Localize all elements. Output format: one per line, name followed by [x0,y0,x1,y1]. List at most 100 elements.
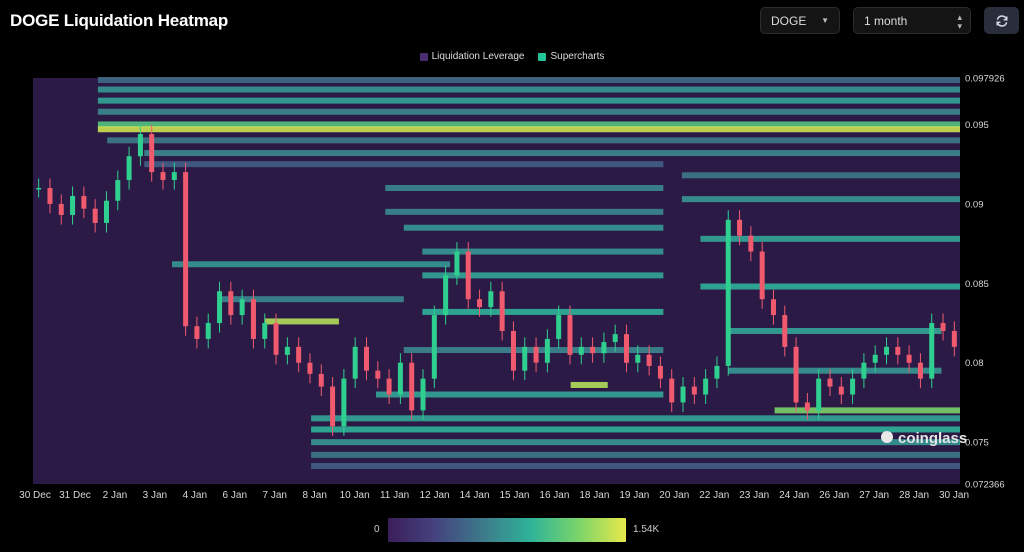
price-candle[interactable] [725,219,731,366]
price-candle[interactable] [284,346,290,355]
x-tick-label: 30 Jan [939,490,969,501]
price-candle[interactable] [58,203,64,216]
price-candle[interactable] [646,354,652,366]
price-candle[interactable] [567,315,573,355]
price-candle[interactable] [318,373,324,387]
x-tick-label: 26 Jan [819,490,849,501]
price-candle[interactable] [477,299,483,308]
price-candle[interactable] [782,315,788,347]
price-candle[interactable] [81,195,87,209]
liquidation-band [681,172,960,179]
price-candle[interactable] [330,386,336,427]
x-tick-label: 22 Jan [699,490,729,501]
price-candle[interactable] [759,251,765,300]
price-candle[interactable] [544,338,550,363]
liquidation-band [311,451,961,458]
price-candle[interactable] [205,323,211,339]
liquidation-band [681,196,960,203]
price-candle[interactable] [488,291,494,308]
price-candle[interactable] [103,200,109,223]
price-candle[interactable] [443,275,449,316]
price-candle[interactable] [635,354,641,363]
price-candle[interactable] [770,299,776,316]
price-candle[interactable] [533,346,539,363]
price-candle[interactable] [375,370,381,379]
price-candle[interactable] [296,346,302,363]
price-candle[interactable] [386,378,392,395]
price-candle[interactable] [624,334,630,363]
liquidation-band [385,208,664,215]
price-candle[interactable] [341,378,347,427]
price-candle[interactable] [804,402,810,411]
price-candle[interactable] [556,315,562,339]
heatmap-chart[interactable]: 0.0979260.0950.090.0850.080.0750.0723663… [0,0,1024,552]
price-candle[interactable] [691,386,697,395]
price-candle[interactable] [838,386,844,395]
price-candle[interactable] [420,378,426,411]
price-candle[interactable] [816,378,822,411]
price-candle[interactable] [307,362,313,374]
price-candle[interactable] [431,315,437,379]
price-candle[interactable] [36,188,42,190]
x-tick-label: 14 Jan [460,490,490,501]
price-candle[interactable] [499,291,505,331]
price-candle[interactable] [703,378,709,395]
price-candle[interactable] [872,354,878,363]
price-candle[interactable] [850,378,856,395]
price-candle[interactable] [861,362,867,379]
price-candle[interactable] [217,291,223,324]
price-candle[interactable] [737,219,743,236]
price-candle[interactable] [884,346,890,355]
price-candle[interactable] [239,299,245,316]
price-candle[interactable] [669,378,675,403]
liquidation-band [97,126,960,133]
price-candle[interactable] [47,188,53,204]
price-candle[interactable] [92,208,98,223]
liquidation-band [375,391,664,398]
price-candle[interactable] [578,346,584,355]
price-candle[interactable] [149,134,155,173]
price-candle[interactable] [70,195,76,216]
price-candle[interactable] [951,330,957,347]
colorbar-max-label: 1.54K [633,524,660,535]
price-candle[interactable] [510,330,516,371]
price-candle[interactable] [397,362,403,395]
x-tick-label: 10 Jan [340,490,370,501]
price-candle[interactable] [895,346,901,355]
price-candle[interactable] [194,326,200,339]
price-candle[interactable] [748,235,754,252]
price-candle[interactable] [917,362,923,379]
price-candle[interactable] [601,342,607,354]
price-candle[interactable] [409,362,415,411]
price-candle[interactable] [827,378,833,387]
liquidation-band [700,283,960,290]
liquidation-band [570,381,608,388]
price-candle[interactable] [590,346,596,354]
colorbar-min-label: 0 [374,524,380,535]
price-candle[interactable] [714,365,720,379]
price-candle[interactable] [262,323,268,339]
price-candle[interactable] [228,291,234,316]
price-candle[interactable] [465,251,471,300]
price-candle[interactable] [657,365,663,379]
price-candle[interactable] [250,299,256,339]
price-candle[interactable] [160,172,166,181]
price-candle[interactable] [793,346,799,403]
price-candle[interactable] [273,323,279,355]
price-candle[interactable] [171,172,177,181]
x-tick-label: 23 Jan [739,490,769,501]
price-candle[interactable] [680,386,686,403]
price-candle[interactable] [454,251,460,276]
price-candle[interactable] [612,334,618,343]
price-candle[interactable] [522,346,528,371]
price-candle[interactable] [363,346,369,371]
price-candle[interactable] [115,180,121,201]
price-candle[interactable] [137,134,143,157]
price-candle[interactable] [906,354,912,363]
price-candle[interactable] [352,346,358,379]
price-candle[interactable] [183,172,189,327]
price-candle[interactable] [126,156,132,181]
price-candle[interactable] [940,323,946,331]
price-candle[interactable] [929,323,935,379]
y-tick-label: 0.085 [965,279,989,290]
